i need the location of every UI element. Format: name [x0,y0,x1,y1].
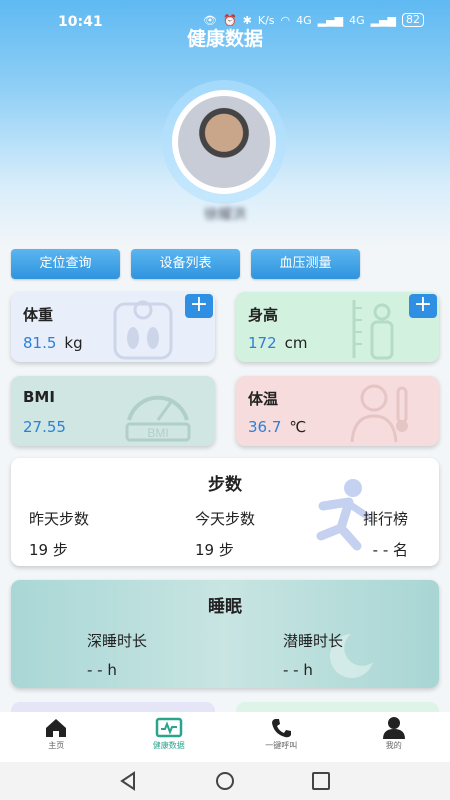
bmi-value: 27.55 [23,418,66,436]
health-data-icon [155,717,182,738]
sleep-card[interactable]: 睡眠 深睡时长 - - h 潜睡时长 - - h [11,580,439,688]
system-navigation-bar [0,762,450,800]
sleep-deep-value: - - h [87,661,117,679]
steps-ranking[interactable]: 排行榜 - - 名 [363,508,408,560]
bmi-card[interactable]: BMI BMI 27.55 [11,376,215,446]
steps-card[interactable]: 步数 昨天步数 19 步 今天步数 19 步 排行榜 - - 名 [11,458,439,566]
sleep-title: 睡眠 [208,597,242,617]
nav-home[interactable]: 主页 [0,712,113,762]
person-height-icon [352,300,394,360]
device-list-button[interactable]: 设备列表 [131,249,240,279]
weight-value: 81.5 [23,334,57,352]
avatar[interactable] [178,96,270,188]
weight-unit: kg [64,334,83,352]
height-label: 身高 [248,306,279,324]
nav-one-key-call-label: 一键呼叫 [265,741,298,750]
home-icon [46,719,67,737]
avatar-ring [162,80,286,204]
temperature-value: 36.7 [248,418,282,436]
temperature-card[interactable]: 体温 36.7 ℃ [236,376,439,446]
nav-one-key-call[interactable]: 一键呼叫 [225,712,338,762]
steps-ranking-value: - - 名 [372,541,409,559]
temperature-label: 体温 [248,390,279,408]
user-icon [382,717,405,739]
steps-today: 今天步数 19 步 [195,508,255,560]
user-name: 徐耀洪 [204,207,246,223]
sleep-deep-label: 深睡时长 [87,632,148,650]
add-weight-button[interactable]: + [185,294,213,318]
nav-mine[interactable]: 我的 [338,712,450,762]
recents-icon[interactable] [311,771,331,791]
weight-label: 体重 [23,306,54,324]
blood-pressure-button[interactable]: 血压测量 [251,249,360,279]
nav-health-data-label: 健康数据 [152,741,185,750]
thermometer-person-icon [350,384,408,443]
nav-home-label: 主页 [48,741,65,750]
sleep-latent-label: 潜睡时长 [283,632,344,650]
location-query-button[interactable]: 定位查询 [11,249,120,279]
sleep-latent: 潜睡时长 - - h [283,630,343,679]
steps-today-value: 19 步 [195,541,234,559]
home-circle-icon[interactable] [215,771,235,791]
sleep-latent-value: - - h [283,661,313,679]
steps-title: 步数 [208,475,242,495]
weight-card[interactable]: 体重 81.5 kg + [11,292,215,362]
action-buttons: 定位查询 设备列表 血压测量 [11,249,360,279]
page-title: 健康数据 [186,28,263,50]
add-height-button[interactable]: + [409,294,437,318]
height-unit: cm [284,334,308,352]
steps-today-label: 今天步数 [195,510,256,528]
scale-icon [113,300,173,360]
bmi-label: BMI [23,388,55,406]
steps-yesterday-value: 19 步 [29,541,68,559]
svg-text:BMI: BMI [147,426,168,440]
temperature-unit: ℃ [289,418,307,436]
bottom-navigation: 主页 健康数据 一键呼叫 我的 [0,712,450,762]
nav-health-data[interactable]: 健康数据 [113,712,226,762]
nav-mine-label: 我的 [385,741,402,750]
steps-ranking-label: 排行榜 [363,510,409,528]
height-card[interactable]: 身高 172 cm + [236,292,439,362]
sleep-deep: 深睡时长 - - h [87,630,147,679]
bmi-gauge-icon: BMI [125,395,191,442]
steps-yesterday-label: 昨天步数 [29,510,90,528]
back-icon[interactable] [118,771,138,791]
phone-icon [272,719,292,738]
steps-yesterday: 昨天步数 19 步 [29,508,89,560]
height-value: 172 [248,334,277,352]
